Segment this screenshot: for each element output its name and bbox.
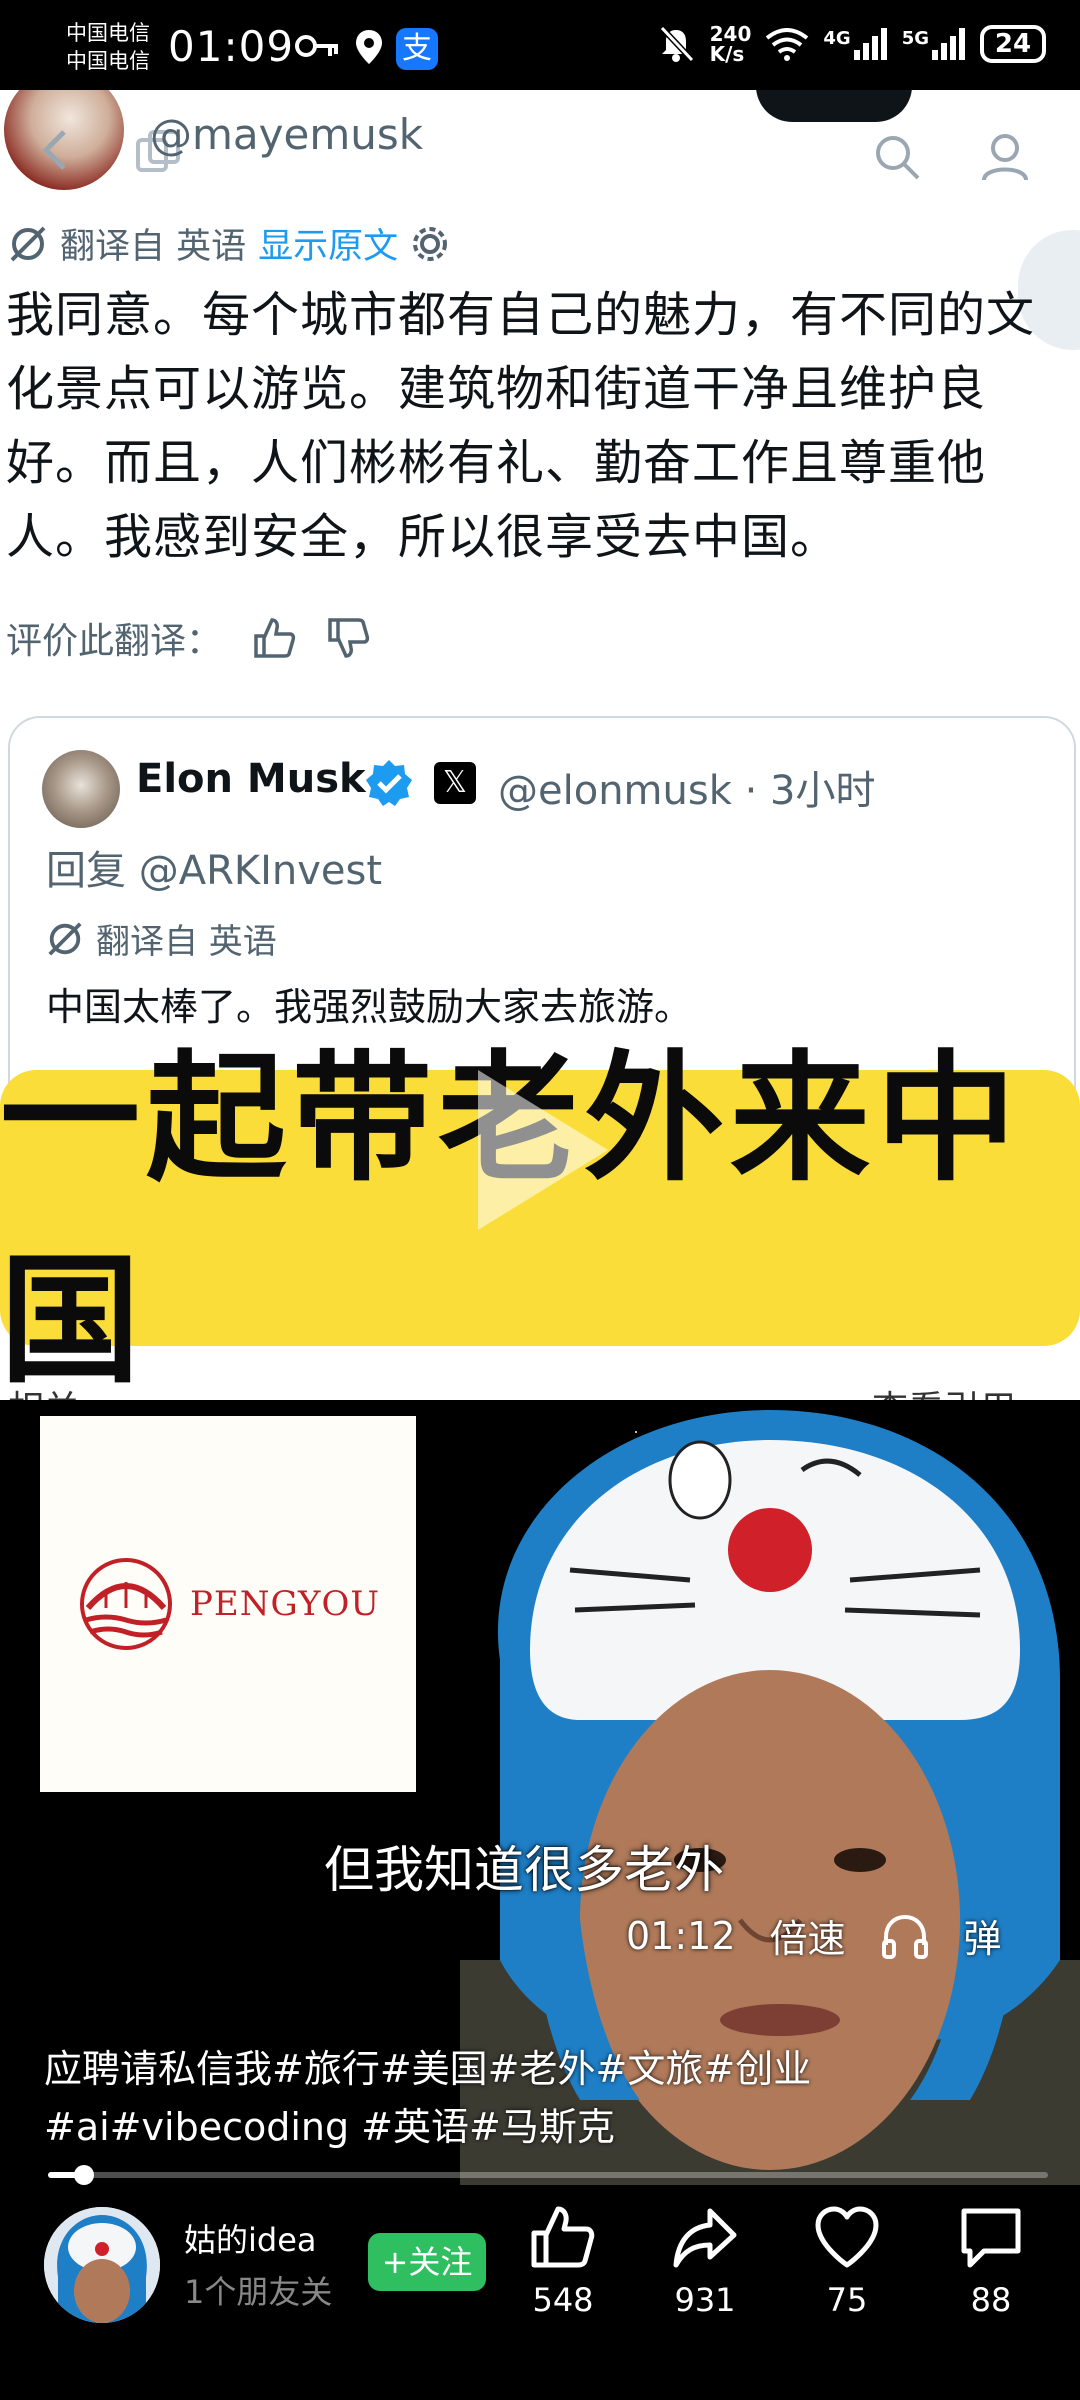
comment-button[interactable]: 88 (936, 2203, 1046, 2319)
verified-badge-icon (366, 760, 412, 806)
bridge-logo-icon (80, 1558, 172, 1650)
carrier-label-2: 中国电信 (66, 49, 150, 73)
comment-bubble-icon (961, 2208, 1021, 2268)
alipay-icon: 支 (396, 28, 438, 70)
like-button[interactable]: 548 (508, 2203, 618, 2319)
battery-indicator: 24 (980, 25, 1046, 63)
translation-source: 翻译自 英语 (60, 227, 247, 267)
status-icons: 240 K/s 4G 5G 24 (656, 24, 1046, 64)
back-arrow-icon[interactable] (40, 128, 70, 172)
translation-row: 翻译自 英语 显示原文 (8, 218, 450, 269)
key-icon (295, 35, 338, 57)
heart-icon (815, 2206, 879, 2268)
partially-hidden-row: 相关 查看引用 (0, 1370, 1080, 1400)
video-player[interactable]: PENGYOU 但我知道很多老外 01:12 倍速 弹 应聘请私信我#旅行#美国… (0, 1400, 1080, 2185)
battery-level: 24 (994, 29, 1032, 59)
signal-5g-label: 5G (901, 28, 929, 49)
video-subtitle: 但我知道很多老外 (324, 1841, 724, 1899)
show-original-link[interactable]: 显示原文 (258, 218, 398, 269)
quoted-handle-time: @elonmusk · 3小时 (498, 768, 876, 814)
status-bar: 中国电信 中国电信 01:09 支 240 K/s 4G 5G 24 (0, 0, 1080, 90)
play-icon[interactable] (478, 1070, 608, 1230)
mute-bell-icon (659, 25, 694, 63)
share-arrow-icon (673, 2208, 737, 2268)
rate-translation-label: 评价此翻译： (6, 621, 223, 662)
quoted-translation-source: 翻译自 英语 (96, 922, 277, 962)
quoted-name: Elon Musk (136, 756, 366, 802)
comment-count: 88 (970, 2281, 1012, 2319)
favorite-count: 75 (826, 2281, 868, 2319)
share-count: 931 (674, 2281, 736, 2319)
thumbs-up-icon (531, 2206, 595, 2268)
quoted-reply-to: 回复 @ARKInvest (46, 848, 383, 894)
like-count: 548 (532, 2281, 594, 2319)
profile-icon[interactable] (978, 130, 1032, 184)
video-progress-bar[interactable] (48, 2165, 1048, 2185)
pengyou-logo-card: PENGYOU (40, 1416, 416, 1792)
video-controls: 01:12 倍速 弹 (626, 1908, 1002, 1963)
author-friends-followed: 1个朋友关 (184, 2273, 333, 2311)
status-time: 01:09 (168, 22, 295, 71)
tweet-panel: @mayemusk 翻译自 英语 显示原文 我同意。每个城市都有自己的魅力，有不… (0, 90, 1080, 1400)
location-icon (356, 30, 382, 64)
pengyou-logo-text: PENGYOU (190, 1584, 380, 1624)
follow-pill[interactable] (756, 90, 912, 122)
carrier-label-1: 中国电信 (66, 21, 150, 45)
x-logo-icon: 𝕏 (434, 762, 476, 804)
danmu-button[interactable]: 弹 (964, 1908, 1002, 1963)
thumbs-down-icon[interactable] (326, 616, 370, 660)
headphones-icon[interactable] (880, 1913, 930, 1959)
translate-icon (48, 921, 82, 956)
signal-bars-icon (932, 28, 965, 60)
signal-bars-icon (853, 28, 887, 60)
signal-4g: 4G (823, 28, 887, 60)
video-timestamp: 01:12 (626, 1913, 736, 1958)
thumbs-up-icon[interactable] (252, 616, 296, 660)
share-button[interactable]: 931 (650, 2203, 760, 2319)
tweet-body: 我同意。每个城市都有自己的魅力，有不同的文化景点可以游览。建筑物和街道干净且维护… (6, 287, 1036, 565)
translate-icon (10, 226, 46, 261)
quoted-avatar (42, 750, 120, 828)
author-name[interactable]: 姑的idea (184, 2215, 317, 2261)
author-avatar[interactable] (44, 2207, 160, 2323)
bottom-action-bar: 姑的idea 1个朋友关 +关注 548 931 75 88 (0, 2185, 1080, 2400)
tweet-handle[interactable]: @mayemusk (150, 110, 423, 159)
author-avatar-image (44, 2207, 160, 2323)
net-speed-unit: K/s (709, 42, 745, 66)
signal-4g-label: 4G (823, 28, 851, 49)
follow-button[interactable]: +关注 (368, 2233, 486, 2291)
wifi-icon (766, 28, 809, 61)
video-caption[interactable]: 应聘请私信我#旅行#美国#老外#文旅#创业 #ai#vibecoding #英语… (44, 2040, 984, 2156)
rate-translation-row: 评价此翻译： (6, 612, 370, 664)
net-speed-value: 240 (709, 22, 752, 46)
view-quotes-label: 查看引用 (872, 1380, 1016, 1400)
quoted-translation-row: 翻译自 英语 (46, 914, 277, 963)
gear-icon[interactable] (410, 224, 450, 264)
progress-knob[interactable] (74, 2165, 94, 2185)
speed-button[interactable]: 倍速 (770, 1908, 846, 1963)
related-label: 相关 (8, 1380, 80, 1400)
signal-5g: 5G (902, 28, 966, 60)
search-icon[interactable] (872, 132, 922, 182)
net-speed: 240 K/s (710, 24, 752, 64)
favorite-button[interactable]: 75 (792, 2203, 902, 2319)
